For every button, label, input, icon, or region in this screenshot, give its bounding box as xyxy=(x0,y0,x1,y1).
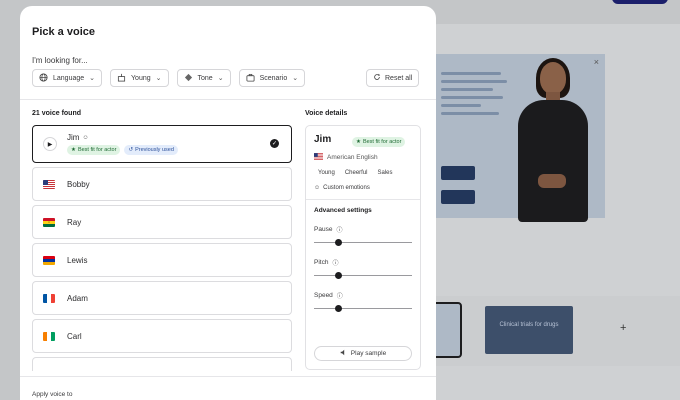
voice-name: Bobby xyxy=(67,179,90,189)
speaker-icon xyxy=(340,349,347,358)
chevron-down-icon: ⌄ xyxy=(155,75,162,82)
voice-item-adam[interactable]: Adam xyxy=(32,281,292,315)
voice-name: Carl xyxy=(67,331,82,341)
badge-label: Best fit for actor xyxy=(362,139,402,145)
reset-label: Reset all xyxy=(385,74,413,82)
chevron-down-icon: ⌄ xyxy=(217,75,224,82)
best-fit-badge: ★ Best fit for actor xyxy=(67,145,121,155)
speed-label: Speed ⓘ xyxy=(314,291,412,300)
filter-label: Scenario xyxy=(259,74,288,82)
voice-name: Adam xyxy=(67,293,88,303)
custom-emotions[interactable]: ☺ Custom emotions xyxy=(314,185,412,191)
details-language: American English xyxy=(314,153,412,162)
voice-count: 21 voice found xyxy=(32,110,82,117)
pause-label: Pause ⓘ xyxy=(314,225,412,234)
play-icon[interactable]: ▶ xyxy=(43,137,57,151)
slider-knob[interactable] xyxy=(335,239,342,246)
us-flag-icon xyxy=(314,153,323,162)
voice-name: Lewis xyxy=(67,255,88,265)
filter-label: Young xyxy=(131,74,151,82)
scene-caption: Clinical trials for drugs xyxy=(499,322,559,328)
pitch-label: Pitch ⓘ xyxy=(314,258,412,267)
france-flag-icon xyxy=(43,293,55,303)
star-icon: ★ xyxy=(71,147,76,153)
slider-knob[interactable] xyxy=(335,305,342,312)
emotion-icon: ☺ xyxy=(314,185,321,191)
scene-thumbnail[interactable]: Clinical trials for drugs xyxy=(485,306,573,354)
reset-icon xyxy=(373,73,381,83)
pitch-slider[interactable] xyxy=(314,272,412,280)
filter-scenario[interactable]: Scenario ⌄ xyxy=(238,69,306,87)
publish-button[interactable] xyxy=(612,0,668,4)
slider-label: Pause xyxy=(314,226,333,233)
apply-voice-label: Apply voice to xyxy=(32,391,73,398)
filter-language[interactable]: Language ⌄ xyxy=(32,69,103,87)
add-scene-icon[interactable]: + xyxy=(620,322,626,334)
slide-text-lines xyxy=(441,72,511,120)
star-icon: ★ xyxy=(356,139,361,145)
voice-name: Jim xyxy=(67,133,80,142)
age-icon xyxy=(117,73,126,84)
voice-list[interactable]: ▶ Jim ☺ ★ Best fit for actor ↺ Previousl… xyxy=(32,125,292,371)
voice-item-lewis[interactable]: Lewis xyxy=(32,243,292,277)
pause-slider[interactable] xyxy=(314,239,412,247)
history-icon: ↺ xyxy=(128,147,134,153)
filter-tone[interactable]: Tone ⌄ xyxy=(176,69,231,87)
slide-chip xyxy=(441,166,475,180)
voice-item-bobby[interactable]: Bobby xyxy=(32,167,292,201)
filter-label: Language xyxy=(53,74,85,82)
info-icon[interactable]: ⓘ xyxy=(332,258,338,267)
voice-item-carl[interactable]: Carl xyxy=(32,319,292,353)
divider xyxy=(20,99,436,100)
voice-tags: Young Cheerful Sales xyxy=(314,170,412,176)
armenia-flag-icon xyxy=(43,255,55,265)
voice-item-jim[interactable]: ▶ Jim ☺ ★ Best fit for actor ↺ Previousl… xyxy=(32,125,292,163)
language-label: American English xyxy=(327,154,378,161)
filter-label: Tone xyxy=(197,74,213,82)
us-flag-icon xyxy=(43,179,55,189)
speed-slider[interactable] xyxy=(314,305,412,313)
tag: Cheerful xyxy=(344,170,368,176)
badge-label: Previously used xyxy=(135,147,174,153)
filter-bar: Language ⌄ Young ⌄ Tone ⌄ Scenario ⌄ xyxy=(32,69,306,87)
voice-details-title: Voice details xyxy=(305,110,348,117)
slider-label: Pitch xyxy=(314,259,329,266)
badge-label: Best fit for actor xyxy=(77,147,117,153)
advanced-settings-title: Advanced settings xyxy=(314,207,372,214)
briefcase-icon xyxy=(246,73,255,84)
tag: Sales xyxy=(377,170,393,176)
avatar-actor xyxy=(510,58,596,222)
reset-all-button[interactable]: Reset all xyxy=(366,69,420,87)
modal-footer: Apply voice to xyxy=(20,376,436,400)
divider xyxy=(306,199,420,200)
checkmark-icon: ✓ xyxy=(270,139,279,148)
emotion-icon: ☺ xyxy=(82,134,89,141)
tone-icon xyxy=(184,73,193,84)
chevron-down-icon: ⌄ xyxy=(89,75,96,82)
pick-voice-modal: Pick a voice I'm looking for... Language… xyxy=(20,6,436,400)
slide-chip xyxy=(441,190,475,204)
modal-title: Pick a voice xyxy=(32,26,95,38)
globe-icon xyxy=(39,72,48,84)
voice-item-ray[interactable]: Ray xyxy=(32,205,292,239)
slider-label: Speed xyxy=(314,292,333,299)
emotions-label: Custom emotions xyxy=(323,185,370,191)
tag: Young xyxy=(318,170,335,176)
play-sample-button[interactable]: Play sample xyxy=(314,346,412,361)
chevron-down-icon: ⌄ xyxy=(292,75,299,82)
ivory-coast-flag-icon xyxy=(43,331,55,341)
info-icon[interactable]: ⓘ xyxy=(337,291,343,300)
voice-name: Ray xyxy=(67,217,82,227)
voice-item[interactable] xyxy=(32,357,292,371)
previously-used-badge: ↺ Previously used xyxy=(124,145,178,155)
looking-for-label: I'm looking for... xyxy=(32,56,88,65)
play-sample-label: Play sample xyxy=(350,350,387,357)
ghana-flag-icon xyxy=(43,217,55,227)
voice-details-panel: Jim ★ Best fit for actor American Englis… xyxy=(305,125,421,370)
filter-age[interactable]: Young ⌄ xyxy=(110,69,169,87)
slider-knob[interactable] xyxy=(335,272,342,279)
info-icon[interactable]: ⓘ xyxy=(336,225,342,234)
best-fit-badge: ★ Best fit for actor xyxy=(352,137,406,147)
